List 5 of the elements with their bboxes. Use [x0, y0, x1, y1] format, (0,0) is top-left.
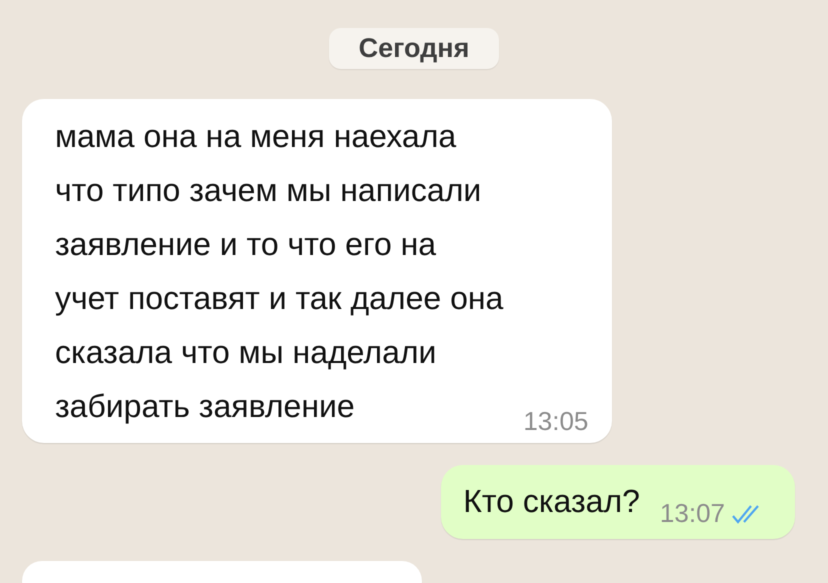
message-text: мама она на меня наехала что типо зачем мы написали заявление и то что его на учет поставят и так далее она сказала что мы наделали забирать заявление: [55, 117, 504, 426]
message-text: Кто сказал?: [463, 482, 640, 521]
message-time: 13:05: [523, 406, 588, 437]
date-separator: Сегодня: [328, 28, 500, 69]
message-time: 13:07: [660, 498, 725, 529]
